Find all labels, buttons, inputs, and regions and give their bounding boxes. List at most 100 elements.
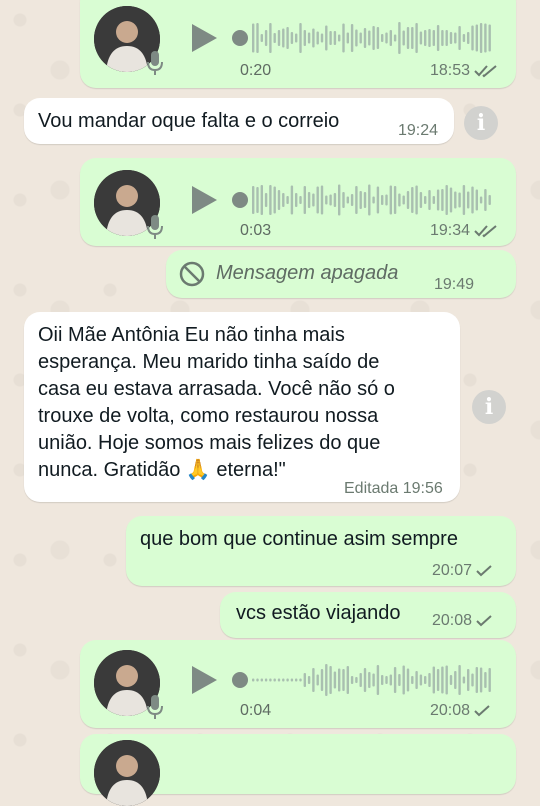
sent-tick-icon: [474, 705, 490, 717]
waveform-bar: [458, 665, 461, 695]
waveform-bar: [359, 191, 362, 209]
waveform-bar: [462, 185, 466, 215]
waveform-bar: [252, 23, 255, 53]
waveform-bar: [256, 23, 259, 53]
message-time: 20:08: [430, 702, 490, 720]
waveform-bar: [454, 32, 457, 44]
waveform-bar: [424, 196, 427, 204]
waveform-bar: [402, 195, 405, 205]
waveform-bar: [389, 30, 392, 46]
waveform-bar: [488, 24, 491, 52]
waveform-bar: [475, 189, 478, 211]
waveform-bar: [256, 678, 259, 682]
waveform-bar: [368, 672, 371, 688]
waveform-bar: [333, 193, 337, 207]
waveform-bar: [333, 671, 337, 689]
waveform-bar: [273, 678, 276, 682]
audio-message[interactable]: 0:03 19:34: [80, 158, 516, 246]
waveform-bar: [393, 34, 397, 42]
waveform-bar: [424, 676, 427, 684]
waveform-bar: [316, 674, 319, 686]
waveform-bar: [320, 33, 324, 43]
waveform-bar: [389, 674, 392, 686]
play-icon[interactable]: [190, 185, 218, 215]
waveform-bar: [436, 669, 440, 691]
waveform-bar: [368, 30, 371, 46]
text-message[interactable]: Vou mandar oque falta e o correio 19:24: [24, 98, 454, 144]
waveform-bar: [363, 28, 367, 48]
waveform-bar: [488, 668, 491, 692]
waveform-bar: [303, 30, 306, 46]
waveform-bar: [458, 26, 461, 50]
waveform-bar: [325, 664, 328, 696]
play-icon[interactable]: [190, 23, 218, 53]
waveform-bar: [385, 676, 388, 684]
deleted-message[interactable]: Mensagem apagada 19:49: [166, 250, 516, 298]
waveform-bar: [462, 34, 466, 42]
message-time: 19:49: [434, 276, 475, 293]
waveform-bar: [411, 187, 414, 213]
waveform-bar: [260, 678, 263, 682]
waveform-bar: [381, 675, 384, 685]
audio-duration: 0:04: [240, 702, 272, 719]
waveform-bar: [441, 30, 444, 46]
waveform-bar: [376, 665, 380, 695]
waveform-bar: [415, 23, 418, 53]
audio-message[interactable]: [80, 734, 516, 806]
waveform-bar: [355, 29, 358, 47]
waveform-bar: [320, 669, 324, 691]
text-message[interactable]: que bom que continue asim sempre 20:07: [126, 516, 516, 586]
waveform-bar: [307, 192, 311, 208]
waveform-bar: [454, 191, 457, 209]
waveform[interactable]: [232, 18, 494, 58]
audio-message[interactable]: 0:04 20:08: [80, 640, 516, 728]
waveform-bar: [325, 25, 328, 51]
info-icon[interactable]: i: [472, 390, 506, 424]
waveform-bar: [484, 672, 487, 688]
waveform-bar: [282, 193, 285, 207]
waveform-bar: [252, 186, 255, 214]
waveform-bar: [329, 31, 332, 45]
waveform-bar: [312, 668, 315, 692]
waveform-bar: [398, 193, 401, 207]
text-message[interactable]: vcs estão viajando 20:08: [220, 592, 516, 638]
waveform-bar: [260, 34, 263, 42]
waveform-bar: [479, 667, 483, 693]
waveform-bar: [436, 189, 440, 211]
message-time: 18:53: [430, 62, 498, 80]
waveform-bar: [286, 678, 289, 682]
audio-message[interactable]: 0:20 18:53: [80, 0, 516, 88]
waveform-bar: [273, 33, 276, 43]
play-icon[interactable]: [190, 665, 218, 695]
waveform-bar: [299, 678, 302, 682]
waveform-bar: [372, 26, 375, 50]
waveform-bar: [325, 195, 328, 205]
waveform-bar: [290, 32, 294, 44]
waveform-bar: [479, 23, 483, 53]
waveform-bar: [419, 192, 423, 208]
waveform[interactable]: [232, 180, 494, 220]
message-text: Oii Mãe Antônia Eu não tinha mais espera…: [38, 324, 395, 481]
waveform-bar: [363, 192, 367, 208]
avatar[interactable]: [94, 740, 160, 806]
info-icon[interactable]: i: [464, 106, 498, 140]
waveform-bar: [286, 27, 289, 49]
waveform-bar: [346, 196, 349, 204]
waveform-bar: [277, 678, 281, 682]
waveform-bar: [320, 185, 324, 215]
waveform-bar: [368, 184, 371, 216]
waveform-bar: [393, 667, 397, 693]
waveform-bar: [338, 184, 341, 216]
sent-tick-icon: [476, 565, 492, 577]
message-time: 20:07: [432, 562, 492, 580]
waveform-bar: [381, 195, 384, 205]
waveform-bar: [398, 22, 401, 54]
waveform[interactable]: [232, 660, 494, 700]
edited-label: Editada: [344, 480, 399, 497]
text-message[interactable]: Oii Mãe Antônia Eu não tinha mais espera…: [24, 312, 460, 502]
waveform-bar: [273, 186, 276, 214]
waveform-bar: [359, 673, 362, 687]
waveform-bar: [467, 32, 470, 44]
praying-hands-emoji: 🙏: [185, 459, 211, 481]
message-time: 19:24: [398, 122, 439, 139]
